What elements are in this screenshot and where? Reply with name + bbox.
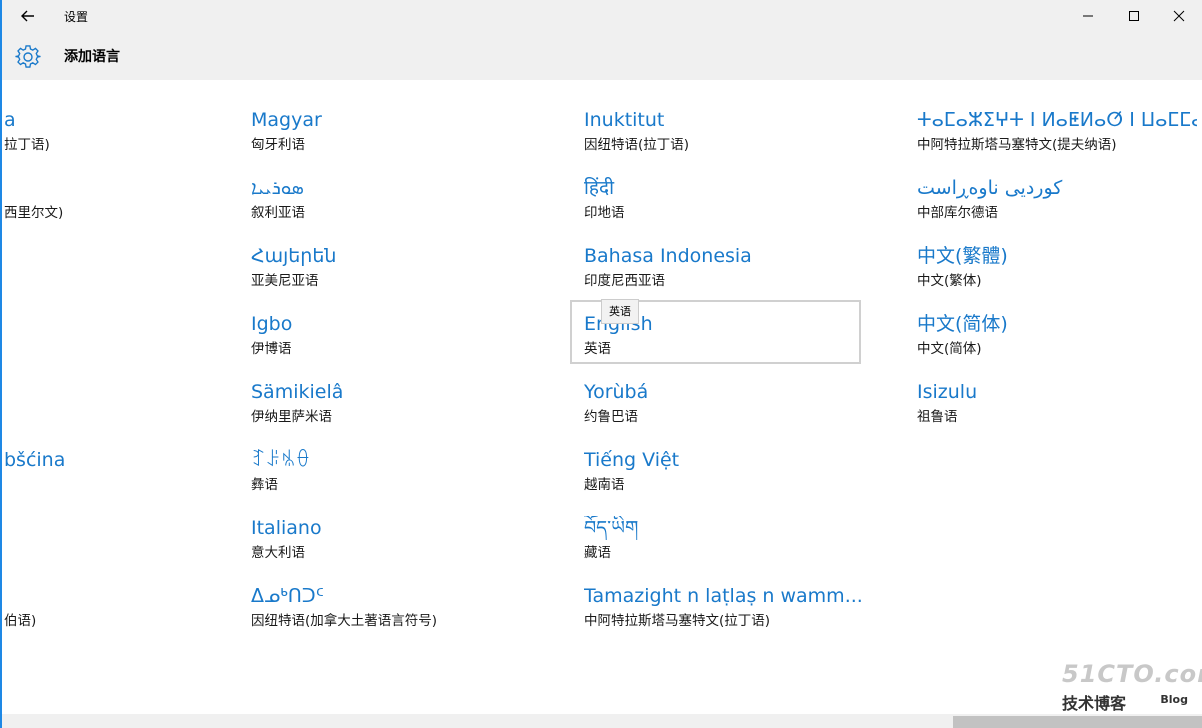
language-description: 中阿特拉斯塔马塞特文(提夫纳语) (917, 137, 1117, 153)
language-item[interactable]: Isizulu 祖鲁语 (917, 380, 1197, 438)
watermark-blog: Blog (1160, 693, 1188, 706)
language-item[interactable]: Inuktitut 因纽特语(拉丁语) (584, 108, 884, 166)
language-name: Հայերեն (251, 245, 337, 267)
language-item[interactable]: ⵜⴰⵎⴰⵣⵉⵖⵜ ⵏ ⵍⴰⵟⵍⴰⵚ ⵏ ⵡⴰⵎⵎⴰⵙ 中阿特拉斯塔马塞特文(提夫… (917, 108, 1197, 166)
language-grid: a 拉丁语) 西里尔文) bšćina 伯语) Magyar 匈牙利语 ܣܘܪܝ… (0, 80, 1202, 714)
language-item[interactable]: བོད་ཡིག 藏语 (584, 516, 884, 574)
watermark-text: 51CTO.com (1062, 660, 1202, 688)
scrollbar-thumb[interactable] (953, 716, 1202, 728)
language-item[interactable]: हिंदी 印地语 (584, 176, 884, 234)
language-item[interactable]: Հայերեն 亚美尼亚语 (251, 244, 551, 302)
language-name: ꆈꌠꁱꂷ (251, 449, 311, 471)
language-description: 越南语 (584, 477, 625, 493)
page-title: 添加语言 (64, 49, 120, 65)
language-name: ܣܘܪܝܝܐ (251, 177, 304, 199)
language-name: Igbo (251, 313, 293, 335)
language-description: 伊纳里萨米语 (251, 409, 332, 425)
language-item[interactable]: 中文(繁體) 中文(繁体) (917, 244, 1197, 302)
language-description: 英语 (584, 341, 611, 357)
language-description: 印地语 (584, 205, 625, 221)
window-title: 设置 (64, 10, 89, 24)
language-item[interactable]: Sämikielâ 伊纳里萨米语 (251, 380, 551, 438)
settings-window: 设置 添加语言 a 拉丁语) 西里尔文) bšćina 伯语) Magyar 匈… (0, 0, 1202, 728)
minimize-button[interactable] (1065, 0, 1111, 32)
horizontal-scrollbar[interactable] (0, 714, 1202, 728)
language-name: Yorùbá (584, 381, 649, 403)
language-item[interactable]: Yorùbá 约鲁巴语 (584, 380, 884, 438)
language-description: 约鲁巴语 (584, 409, 638, 425)
language-name: ⵜⴰⵎⴰⵣⵉⵖⵜ ⵏ ⵍⴰⵟⵍⴰⵚ ⵏ ⵡⴰⵎⵎⴰⵙ (917, 109, 1197, 131)
language-description: 彝语 (251, 477, 278, 493)
language-item[interactable]: ꆈꌠꁱꂷ 彝语 (251, 448, 551, 506)
maximize-button[interactable] (1111, 0, 1157, 32)
language-description: 藏语 (584, 545, 611, 561)
language-description: 叙利亚语 (251, 205, 305, 221)
language-item[interactable]: ᐃᓄᒃᑎᑐᑦ 因纽特语(加拿大土著语言符号) (251, 584, 551, 642)
language-name: ᐃᓄᒃᑎᑐᑦ (251, 585, 324, 607)
watermark-logo: 51CTO.com 技术博客 Blog (1062, 660, 1202, 714)
language-name: Tiếng Việt (584, 449, 680, 471)
language-description: 亚美尼亚语 (251, 273, 319, 289)
language-name: 中文(繁體) (917, 245, 1008, 267)
close-icon (1173, 10, 1185, 22)
maximize-icon (1129, 11, 1139, 21)
language-description: 印度尼西亚语 (584, 273, 665, 289)
minimize-icon (1083, 15, 1093, 17)
language-item[interactable]: ܣܘܪܝܝܐ 叙利亚语 (251, 176, 551, 234)
language-name: 中文(简体) (917, 313, 1008, 335)
tooltip: 英语 (601, 299, 639, 324)
back-button[interactable] (12, 2, 44, 30)
language-item[interactable]: 中文(简体) 中文(简体) (917, 312, 1197, 370)
language-item[interactable]: Bahasa Indonesia 印度尼西亚语 (584, 244, 884, 302)
language-name: کوردیی ناوەڕاست (917, 177, 1063, 199)
language-name: Isizulu (917, 381, 978, 403)
language-item[interactable]: Italiano 意大利语 (251, 516, 551, 574)
page-header: 添加语言 (0, 32, 1202, 80)
language-description: 伊博语 (251, 341, 292, 357)
language-item[interactable]: کوردیی ناوەڕاست 中部库尔德语 (917, 176, 1197, 234)
language-name: Sämikielâ (251, 381, 344, 403)
gear-icon (14, 43, 42, 71)
window-border (0, 0, 2, 728)
language-description: 因纽特语(拉丁语) (584, 137, 690, 153)
language-description: 中部库尔德语 (917, 205, 998, 221)
language-name: Tamazight n laṭlaṣ n wamm... (584, 585, 863, 607)
language-description: 祖鲁语 (917, 409, 958, 425)
language-name: Magyar (251, 109, 322, 131)
language-description: 匈牙利语 (251, 137, 305, 153)
language-item[interactable]: Magyar 匈牙利语 (251, 108, 551, 166)
close-button[interactable] (1156, 0, 1202, 32)
language-description: 意大利语 (251, 545, 305, 561)
language-description: 中文(简体) (917, 341, 982, 357)
language-description: 中阿特拉斯塔马塞特文(拉丁语) (584, 613, 771, 629)
language-description: 中文(繁体) (917, 273, 982, 289)
language-item[interactable]: Igbo 伊博语 (251, 312, 551, 370)
language-name: བོད་ཡིག (584, 517, 639, 539)
language-name: Inuktitut (584, 109, 665, 131)
language-name: Bahasa Indonesia (584, 245, 752, 267)
language-name: Italiano (251, 517, 322, 539)
title-bar: 设置 (0, 0, 1202, 32)
language-name: हिंदी (584, 177, 615, 199)
language-item[interactable]: Tiếng Việt 越南语 (584, 448, 884, 506)
language-item[interactable]: Tamazight n laṭlaṣ n wamm... 中阿特拉斯塔马塞特文(… (584, 584, 884, 642)
back-arrow-icon (21, 10, 34, 22)
language-description: 因纽特语(加拿大土著语言符号) (251, 613, 438, 629)
